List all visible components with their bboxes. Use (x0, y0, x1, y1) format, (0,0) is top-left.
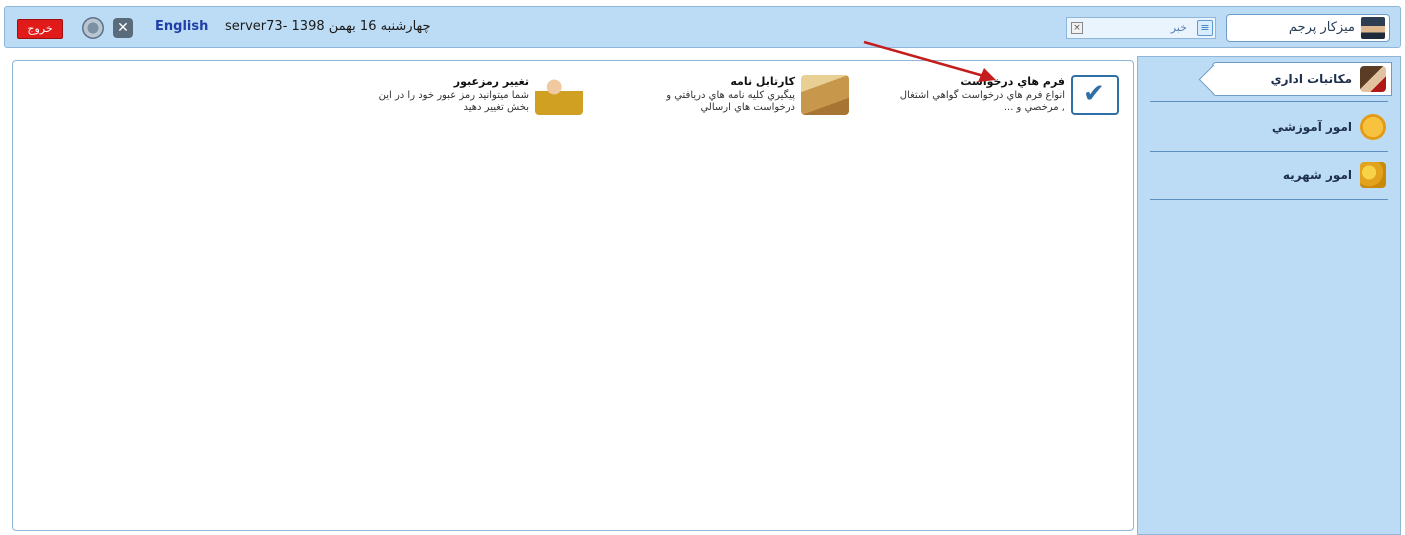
card-description: انواع فرم هاي درخواست گواهي اشتغال , مرخ… (899, 90, 1065, 113)
card-title: کارتابل نامه (730, 75, 795, 88)
sidebar-item-education[interactable]: امور آموزشي (1272, 113, 1386, 141)
card-title: تغيير رمزعبور (453, 75, 529, 88)
office-letters-icon (1360, 66, 1386, 92)
app-window: میزکار پرجم ≡ خبر × چهارشنبه 16 بهمن 139… (0, 0, 1405, 535)
sidebar-item-tuition[interactable]: امور شهريه (1283, 161, 1386, 189)
sidebar-item-office-letters-content[interactable]: مکاتبات اداري (1271, 65, 1386, 93)
sidebar-divider (1150, 101, 1388, 102)
top-bar: میزکار پرجم ≡ خبر × چهارشنبه 16 بهمن 139… (4, 6, 1401, 48)
news-label: خبر (1170, 21, 1187, 34)
news-icon: ≡ (1197, 20, 1213, 36)
card-request-forms[interactable]: فرم هاي درخواست انواع فرم هاي درخواست گو… (895, 75, 1119, 115)
news-close-icon[interactable]: × (1071, 22, 1083, 34)
sidebar-item-label: امور شهريه (1282, 168, 1352, 182)
password-lock-icon (535, 75, 583, 115)
profile-box[interactable]: میزکار پرجم (1226, 14, 1390, 42)
english-link[interactable]: English (155, 19, 208, 34)
education-icon (1360, 114, 1386, 140)
form-checklist-icon (1071, 75, 1119, 115)
main-panel: فرم هاي درخواست انواع فرم هاي درخواست گو… (12, 60, 1134, 531)
close-icon[interactable]: ✕ (113, 18, 133, 38)
card-title: فرم هاي درخواست (960, 75, 1065, 88)
card-change-password[interactable]: تغيير رمزعبور شما ميتوانيد رمز عبور خود … (359, 75, 583, 115)
sidebar: مکاتبات اداري امور آموزشي امور شهريه (1137, 56, 1401, 535)
sidebar-item-label: مکاتبات اداري (1270, 72, 1352, 86)
card-description: شما ميتوانيد رمز عبور خود را در اين بخش … (378, 90, 529, 113)
user-avatar-icon (1361, 17, 1385, 39)
sidebar-divider (1150, 199, 1388, 200)
card-description: پيگيري کليه نامه هاي دريافتي و درخواست ه… (666, 90, 795, 113)
profile-name: میزکار پرجم (1288, 20, 1355, 35)
sidebar-divider (1150, 151, 1388, 152)
news-box[interactable]: ≡ خبر × (1066, 17, 1216, 39)
tuition-icon (1360, 162, 1386, 188)
date-server-text: چهارشنبه 16 بهمن 1398 -server73 (225, 19, 431, 34)
sidebar-item-label: امور آموزشي (1271, 120, 1352, 134)
card-cartable[interactable]: کارتابل نامه پيگيري کليه نامه هاي دريافت… (625, 75, 849, 115)
logout-button[interactable]: خروج (17, 19, 63, 39)
refresh-icon[interactable] (82, 17, 104, 39)
cartable-box-icon (801, 75, 849, 115)
